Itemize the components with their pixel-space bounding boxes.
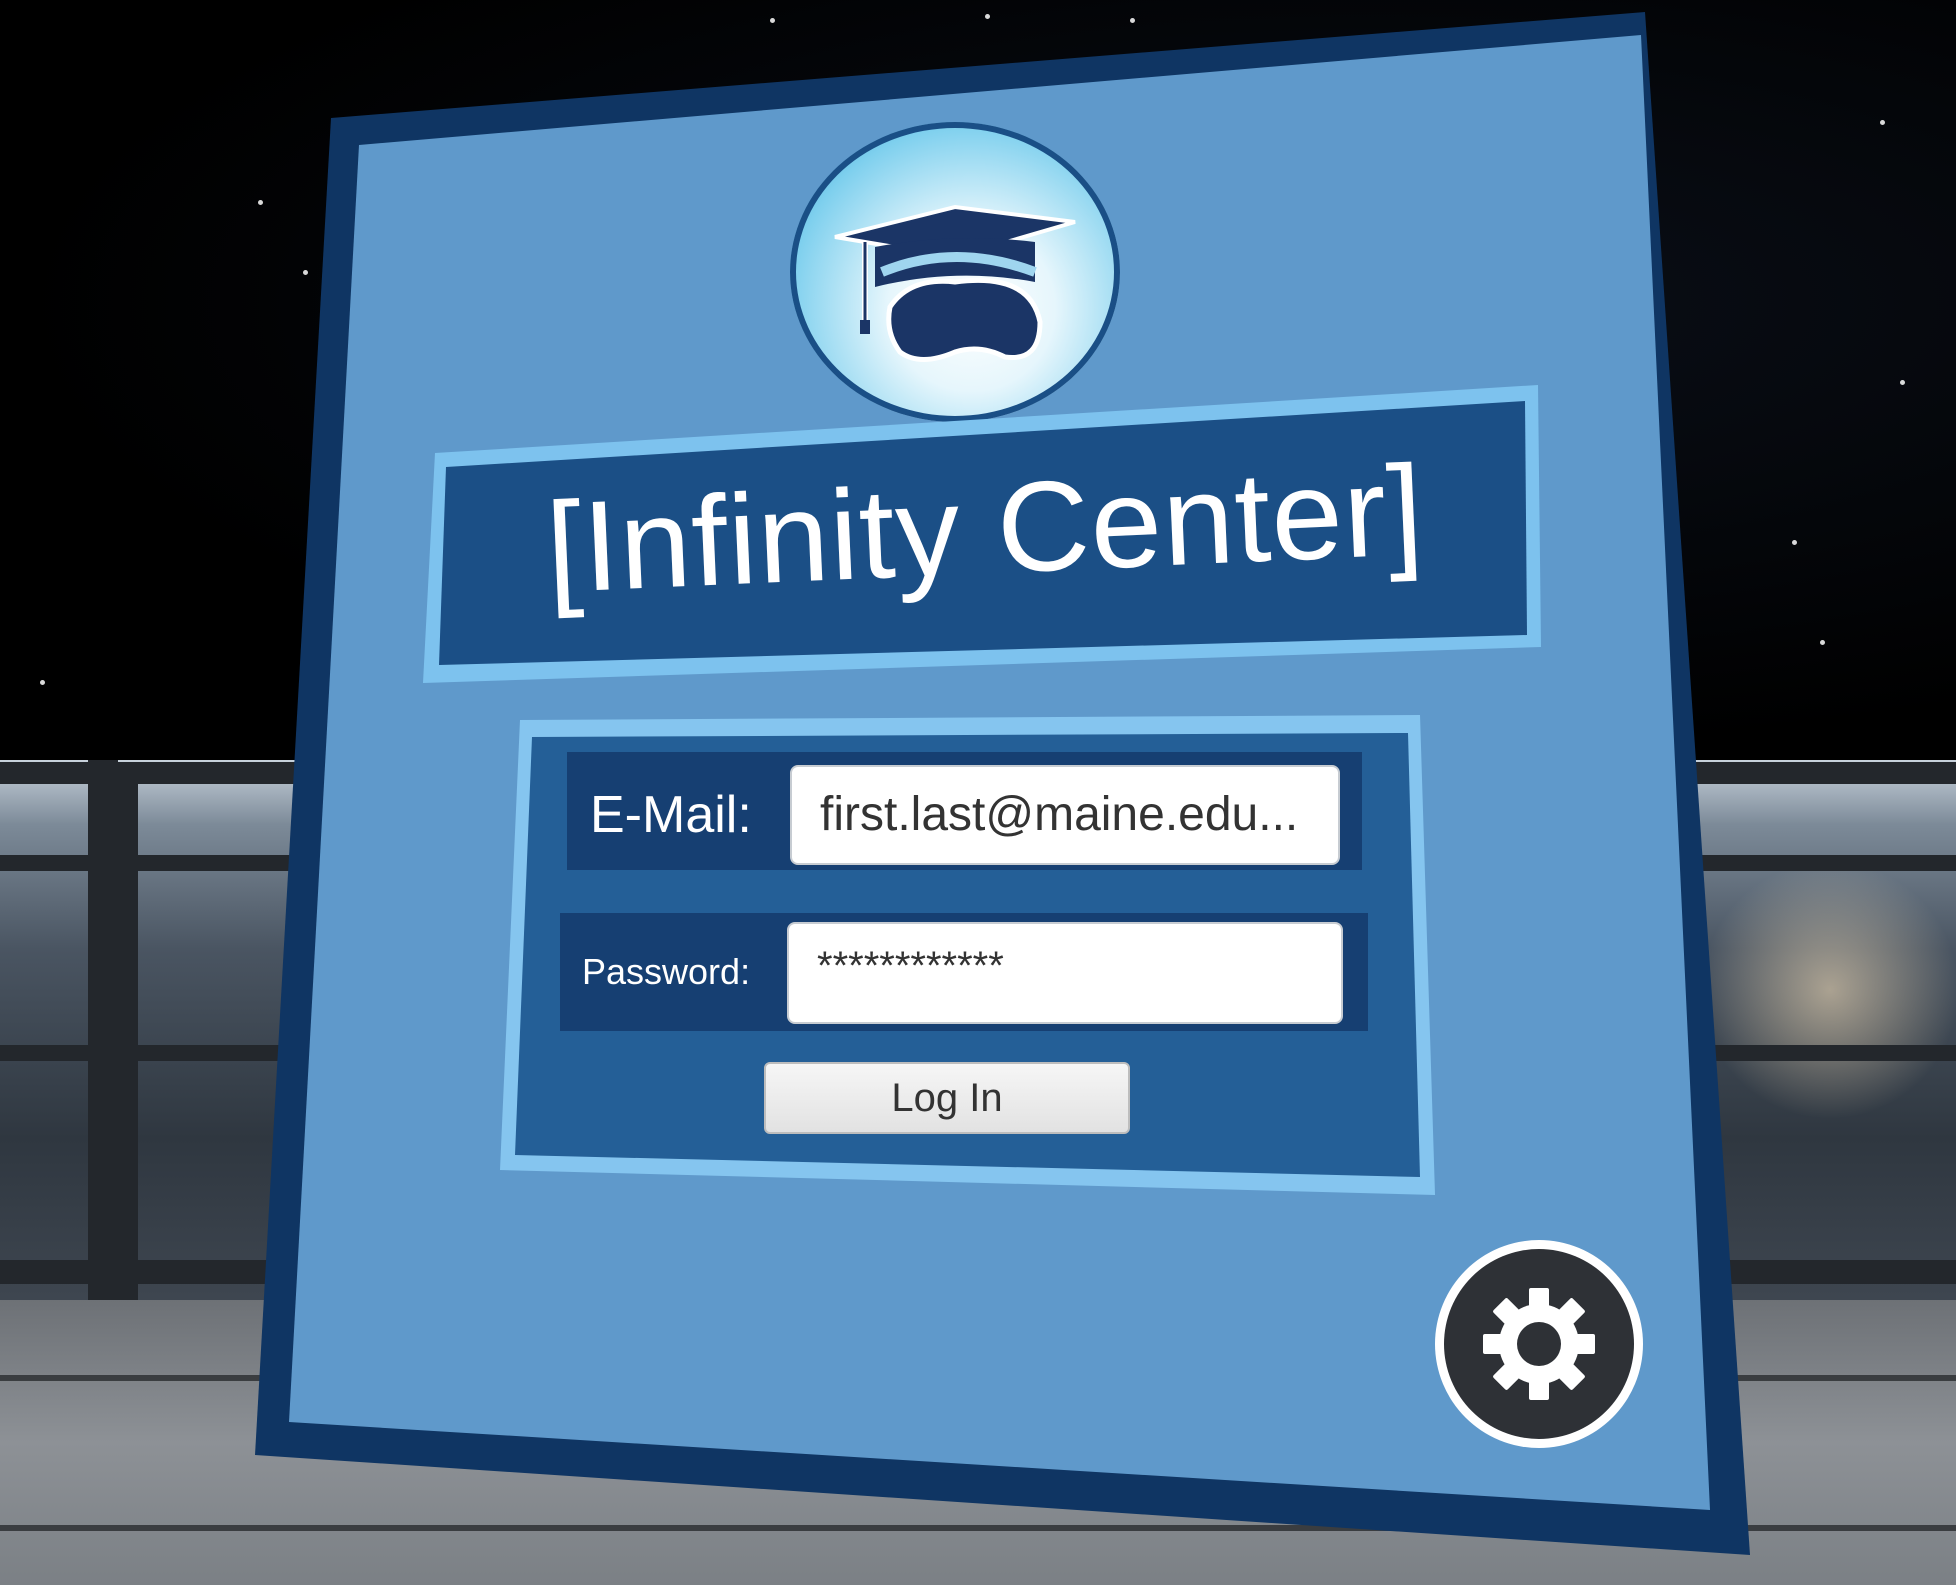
app-logo (790, 122, 1120, 422)
earth-glow (1700, 860, 1956, 1120)
email-label: E-Mail: (590, 786, 752, 844)
star (1792, 540, 1797, 545)
window-frame-post (88, 760, 118, 1300)
star (40, 680, 45, 685)
email-field[interactable]: first.last@maine.edu... (790, 765, 1340, 865)
star (1130, 18, 1135, 23)
settings-button-face[interactable] (1444, 1249, 1634, 1439)
star (1880, 120, 1885, 125)
star (770, 18, 775, 23)
gear-icon (1483, 1288, 1595, 1400)
star (303, 270, 308, 275)
star (985, 14, 990, 19)
password-label: Password: (582, 951, 751, 992)
star (1900, 380, 1905, 385)
graduation-cap-vr-headset-icon (834, 204, 1076, 362)
login-button[interactable]: Log In (764, 1062, 1130, 1134)
window-frame-post (118, 770, 138, 1300)
star (258, 200, 263, 205)
password-field[interactable]: ************ (787, 922, 1343, 1024)
star (1820, 640, 1825, 645)
